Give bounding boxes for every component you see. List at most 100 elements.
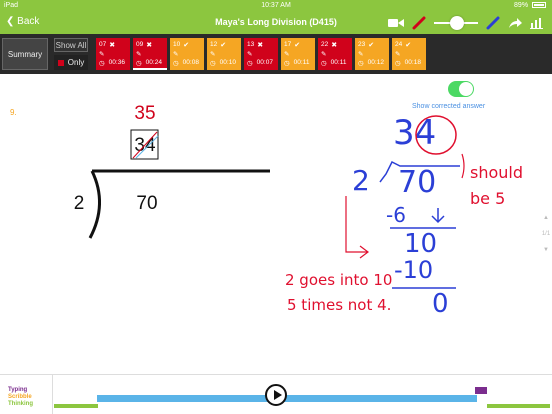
answer-time: 00:10 bbox=[219, 59, 236, 66]
legend-divider bbox=[52, 375, 53, 414]
division-bracket bbox=[88, 170, 102, 239]
only-filter-button[interactable]: Only bbox=[54, 55, 88, 70]
typing-segment bbox=[475, 387, 487, 394]
clock-icon: ◷ bbox=[210, 59, 216, 67]
answer-header: 23 ✔ bbox=[358, 40, 387, 49]
answer-number: 09 bbox=[136, 41, 144, 48]
scribble-step3: -10 bbox=[394, 256, 433, 284]
scribble-divisor: 2 bbox=[352, 164, 370, 197]
answer-mark-icon: ✔ bbox=[368, 41, 375, 49]
answer-header: 22 ✖ bbox=[321, 40, 350, 49]
answer-time: 00:07 bbox=[256, 59, 273, 66]
scribble-step1: -6 bbox=[386, 203, 406, 227]
thinking-segment bbox=[487, 404, 550, 408]
thinking-segment bbox=[54, 404, 98, 408]
answer-mark-icon: ✔ bbox=[405, 41, 412, 49]
page-navigator[interactable]: ▲ 1/1 ▼ bbox=[540, 215, 552, 275]
share-icon[interactable] bbox=[508, 17, 522, 29]
note-bracket bbox=[461, 153, 465, 179]
answer-tile[interactable]: 24 ✔ ✎ ◷ 00:18 bbox=[392, 38, 426, 70]
dividend: 70 bbox=[136, 193, 157, 214]
answer-time-row: ◷ 00:08 bbox=[173, 58, 202, 67]
answer-time: 00:24 bbox=[145, 59, 162, 66]
play-button[interactable] bbox=[265, 384, 287, 406]
playback-tools bbox=[388, 15, 544, 31]
status-bar: iPad 10:37 AM 89% bbox=[0, 0, 552, 12]
scribble-step2: 10 bbox=[404, 229, 437, 259]
scribble-segment[interactable] bbox=[97, 395, 477, 402]
corrected-answer: 35 bbox=[134, 103, 155, 124]
page-indicator: 1/1 bbox=[541, 231, 551, 237]
answer-tile[interactable]: 17 ✔ ✎ ◷ 00:11 bbox=[281, 38, 315, 70]
battery-status: 89% bbox=[514, 2, 546, 9]
clock-icon: ◷ bbox=[395, 59, 401, 67]
answer-mark-icon: ✖ bbox=[257, 41, 264, 49]
video-camera-icon[interactable] bbox=[388, 17, 404, 29]
answer-tile[interactable]: 22 ✖ ✎ ◷ 00:11 bbox=[318, 38, 352, 70]
answer-number: 12 bbox=[210, 41, 218, 48]
legend-typing: Typing bbox=[8, 387, 28, 393]
answer-number: 13 bbox=[247, 41, 255, 48]
slider-knob[interactable] bbox=[450, 16, 464, 30]
answer-time-row: ◷ 00:36 bbox=[99, 58, 128, 67]
page-up-icon[interactable]: ▲ bbox=[540, 215, 552, 221]
speed-slider[interactable] bbox=[434, 16, 478, 30]
answer-mark-icon: ✔ bbox=[294, 41, 301, 49]
divisor: 2 bbox=[74, 193, 85, 214]
answer-number: 23 bbox=[358, 41, 366, 48]
note-be-5: be 5 bbox=[470, 189, 505, 208]
answer-tile[interactable]: 12 ✔ ✎ ◷ 00:10 bbox=[207, 38, 241, 70]
answer-mark-icon: ✔ bbox=[220, 41, 227, 49]
red-pen-icon[interactable] bbox=[412, 16, 426, 30]
summary-button[interactable]: Summary bbox=[2, 38, 48, 70]
answer-time-row: ◷ 00:11 bbox=[321, 58, 350, 67]
answer-number: 22 bbox=[321, 41, 329, 48]
answer-time-row: ◷ 00:10 bbox=[210, 58, 239, 67]
answer-tile[interactable]: 10 ✔ ✎ ◷ 00:08 bbox=[170, 38, 204, 70]
answer-time-row: ◷ 00:24 bbox=[136, 58, 165, 67]
scribble-arrow bbox=[431, 208, 445, 224]
answer-number: 24 bbox=[395, 41, 403, 48]
pencil-icon: ✎ bbox=[247, 50, 253, 58]
answer-tile[interactable]: 07 ✖ ✎ ◷ 00:36 bbox=[96, 38, 130, 70]
answer-time-row: ◷ 00:07 bbox=[247, 58, 276, 67]
legend-scribble: Scribble bbox=[8, 394, 32, 400]
answer-mark-icon: ✔ bbox=[183, 41, 190, 49]
answer-number: 10 bbox=[173, 41, 181, 48]
red-square-icon bbox=[57, 59, 64, 66]
page-down-icon[interactable]: ▼ bbox=[540, 247, 552, 253]
blue-pen-icon[interactable] bbox=[486, 16, 500, 30]
clock-icon: ◷ bbox=[99, 59, 105, 67]
note-should: should bbox=[470, 163, 523, 182]
answer-tile[interactable]: 13 ✖ ✎ ◷ 00:07 bbox=[244, 38, 278, 70]
note-arrow bbox=[345, 196, 369, 259]
scribble-dividend: 70 bbox=[398, 165, 436, 200]
pencil-icon: ✎ bbox=[99, 50, 105, 58]
answer-time: 00:18 bbox=[404, 59, 421, 66]
answer-number: 17 bbox=[284, 41, 292, 48]
clock-icon: ◷ bbox=[321, 59, 327, 67]
scribble-work: 34 2 70 -6 10 -10 0 should be 5 2 goes i… bbox=[285, 113, 523, 319]
bar-chart-icon[interactable] bbox=[530, 17, 544, 29]
pencil-icon: ✎ bbox=[210, 50, 216, 58]
answer-header: 09 ✖ bbox=[136, 40, 165, 49]
playback-timeline: Typing Scribble Thinking bbox=[0, 374, 552, 414]
answer-header: 07 ✖ bbox=[99, 40, 128, 49]
legend-thinking: Thinking bbox=[8, 401, 33, 407]
pencil-icon: ✎ bbox=[173, 50, 179, 58]
answer-tile[interactable]: 09 ✖ ✎ ◷ 00:24 bbox=[133, 38, 167, 70]
pencil-icon: ✎ bbox=[358, 50, 364, 58]
answer-time: 00:11 bbox=[330, 59, 347, 66]
answer-time: 00:11 bbox=[293, 59, 310, 66]
clock: 10:37 AM bbox=[261, 2, 291, 9]
work-canvas: 35 34 2 70 34 2 70 -6 10 -10 0 should be… bbox=[74, 103, 523, 319]
clock-icon: ◷ bbox=[358, 59, 364, 67]
answer-header: 13 ✖ bbox=[247, 40, 276, 49]
title-bar: ❮ Back Maya's Long Division (D415) bbox=[0, 12, 552, 34]
note-times-not: 5 times not 4. bbox=[287, 296, 391, 314]
show-all-button[interactable]: Show All bbox=[54, 38, 88, 52]
answer-header: 10 ✔ bbox=[173, 40, 202, 49]
answer-header: 17 ✔ bbox=[284, 40, 313, 49]
answer-tile[interactable]: 23 ✔ ✎ ◷ 00:12 bbox=[355, 38, 389, 70]
timeline-legend: Typing Scribble Thinking bbox=[8, 387, 33, 408]
